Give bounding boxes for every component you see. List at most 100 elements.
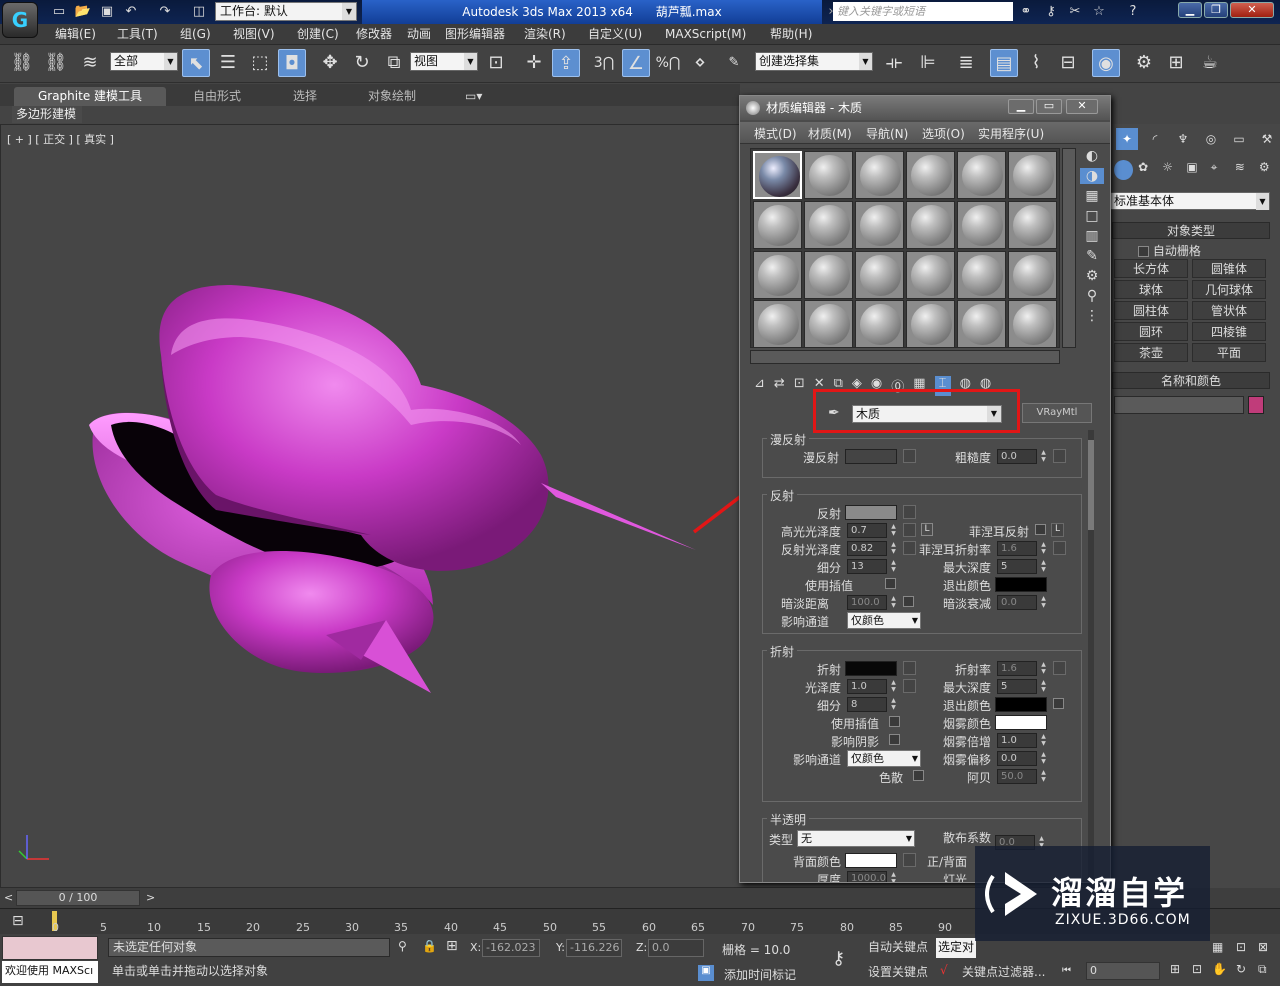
render-setup-icon[interactable]: ⚙ (1130, 49, 1158, 77)
angle-snap-icon[interactable]: ∠ (622, 49, 650, 77)
key-filters-button[interactable]: 关键点过滤器... (962, 963, 1045, 980)
help-icon[interactable]: ? (1124, 3, 1142, 20)
sample-slot[interactable] (753, 201, 802, 249)
open-file-icon[interactable]: 📂 (74, 3, 92, 20)
sample-slot[interactable] (906, 300, 955, 348)
ior-spinner[interactable]: 1.6 (997, 661, 1047, 676)
sample-slot[interactable] (906, 201, 955, 249)
me-close-button[interactable]: ✕ (1066, 99, 1098, 114)
material-type-button[interactable]: VRayMtl (1022, 403, 1092, 423)
exit-color-swatch[interactable] (995, 577, 1047, 592)
rotate-icon[interactable]: ↻ (348, 49, 376, 77)
material-editor-icon[interactable]: ◉ (1092, 49, 1120, 77)
menu-group[interactable]: 组(G) (180, 24, 211, 45)
sample-slot[interactable] (957, 300, 1006, 348)
polygon-modeling-panel[interactable]: 多边形建模 (12, 106, 82, 123)
modify-tab-icon[interactable]: ◜ (1144, 128, 1166, 150)
ior-map-button[interactable] (1053, 661, 1066, 675)
z-coord-field[interactable]: 0.0 (648, 939, 704, 957)
sphere-button[interactable]: 球体 (1114, 280, 1188, 299)
affect-shadows-checkbox[interactable] (889, 734, 900, 745)
mirror-icon[interactable]: ⟛ (880, 49, 908, 77)
select-by-material-icon[interactable]: ⚲ (1080, 288, 1104, 304)
time-config-icon[interactable]: ⊞ (1170, 962, 1180, 976)
fresnel-ior-spinner[interactable]: 1.6 (997, 541, 1047, 556)
motion-tab-icon[interactable]: ◎ (1200, 128, 1222, 150)
make-preview-icon[interactable]: ✎ (1080, 248, 1104, 264)
render-teapot-icon[interactable]: ☕ (1196, 49, 1224, 77)
display-tab-icon[interactable]: ▭ (1228, 128, 1250, 150)
slots-vertical-scrollbar[interactable] (1062, 148, 1076, 348)
menu-graph-editors[interactable]: 图形编辑器 (445, 24, 505, 45)
zoom-all-icon[interactable]: ▦ (1212, 940, 1223, 954)
refr-gloss-map-button[interactable] (903, 679, 916, 693)
menu-edit[interactable]: 编辑(E) (55, 24, 96, 45)
helpers-icon[interactable]: ⌖ (1211, 160, 1230, 180)
options-icon[interactable]: ⚙ (1080, 268, 1104, 284)
tab-selection[interactable]: 选择 (293, 87, 317, 105)
menu-maxscript[interactable]: MAXScript(M) (665, 24, 746, 45)
bind-spacewarp-icon[interactable]: ≋ (76, 49, 104, 77)
tube-button[interactable]: 管状体 (1192, 301, 1266, 320)
project-folder-icon[interactable]: ◫ (190, 3, 208, 20)
menu-customize[interactable]: 自定义(U) (588, 24, 642, 45)
zoom-extents-all-icon[interactable]: ⊡ (1236, 940, 1246, 954)
scale-icon[interactable]: ⧉ (380, 49, 408, 77)
cone-button[interactable]: 圆锥体 (1192, 259, 1266, 278)
sample-slot-active[interactable] (753, 151, 802, 199)
object-name-input[interactable] (1114, 396, 1244, 414)
select-object-icon[interactable]: ⬉ (182, 49, 210, 77)
selection-filter-dropdown[interactable]: 全部 ▼ (110, 52, 178, 71)
shapes-icon[interactable]: ✿ (1138, 160, 1157, 180)
workspace-dropdown[interactable]: 工作台: 默认 ▼ (215, 2, 357, 21)
dispersion-checkbox[interactable] (913, 770, 924, 781)
graphite-toggle-icon[interactable]: ▤ (990, 49, 1018, 77)
snaps-toggle-icon[interactable]: 3⋂ (590, 49, 618, 77)
field-of-view-icon[interactable]: ⊠ (1258, 940, 1268, 954)
named-selection-dropdown[interactable]: 创建选择集 ▼ (755, 52, 873, 71)
ribbon-options-icon[interactable]: ▭▾ (465, 87, 482, 105)
pivot-center-icon[interactable]: ⊡ (482, 49, 510, 77)
fresnel-lock-button[interactable]: L (1051, 523, 1064, 537)
tools-icon[interactable]: ✂ (1066, 3, 1084, 20)
cameras-icon[interactable]: ▣ (1186, 160, 1205, 180)
object-type-rollout[interactable]: 对象类型 (1112, 222, 1270, 239)
max-depth-spinner[interactable]: 5 (997, 559, 1047, 574)
sample-type-icon[interactable]: ◐ (1080, 148, 1104, 164)
geosphere-button[interactable]: 几何球体 (1192, 280, 1266, 299)
autogrid-checkbox[interactable]: 自动栅格 (1138, 242, 1201, 259)
hierarchy-tab-icon[interactable]: ♆ (1172, 128, 1194, 150)
sample-slot[interactable] (804, 201, 853, 249)
teapot-button[interactable]: 茶壶 (1114, 343, 1188, 362)
undo-icon[interactable]: ↶ (122, 3, 140, 20)
sample-slot[interactable] (804, 151, 853, 199)
schematic-view-icon[interactable]: ⊟ (1054, 49, 1082, 77)
menu-views[interactable]: 视图(V) (233, 24, 275, 45)
minimize-button[interactable]: ▁ (1178, 2, 1202, 18)
dim-dist-spinner[interactable]: 100.0 (847, 595, 897, 610)
isolate-icon[interactable]: ⚲ (398, 939, 407, 953)
utilities-tab-icon[interactable]: ⚒ (1256, 128, 1278, 150)
lights-icon[interactable]: ☼ (1162, 160, 1181, 180)
sample-slot[interactable] (855, 300, 904, 348)
sample-slot[interactable] (804, 300, 853, 348)
material-navigator-icon[interactable]: ⋮ (1080, 308, 1104, 324)
uv-tiling-icon[interactable]: □ (1080, 208, 1104, 224)
key-icon[interactable]: ⚷ (1042, 3, 1060, 20)
create-tab-icon[interactable]: ✦ (1116, 128, 1138, 150)
refr-exit-color-checkbox[interactable] (1053, 698, 1064, 709)
sample-slot[interactable] (1008, 251, 1057, 299)
key-mode-toggle-icon[interactable]: ⏮ (1062, 965, 1071, 976)
window-crossing-icon[interactable]: ◘ (278, 49, 306, 77)
binoculars-icon[interactable]: ⚭ (1017, 3, 1035, 20)
dim-falloff-spinner[interactable]: 0.0 (997, 595, 1047, 610)
time-prev-icon[interactable]: < (4, 891, 13, 904)
refr-subdivs-spinner[interactable]: 8 (847, 697, 897, 712)
me-menu-navigation[interactable]: 导航(N) (866, 125, 908, 142)
new-file-icon[interactable]: ▭ (50, 3, 68, 20)
roughness-map-button[interactable] (1053, 449, 1066, 463)
refract-color-swatch[interactable] (845, 661, 897, 676)
keyboard-shortcut-override-icon[interactable]: ⇪ (552, 49, 580, 77)
frame-counter[interactable]: 0 / 100 (16, 890, 140, 906)
x-coord-field[interactable]: -162.023 (482, 939, 540, 957)
